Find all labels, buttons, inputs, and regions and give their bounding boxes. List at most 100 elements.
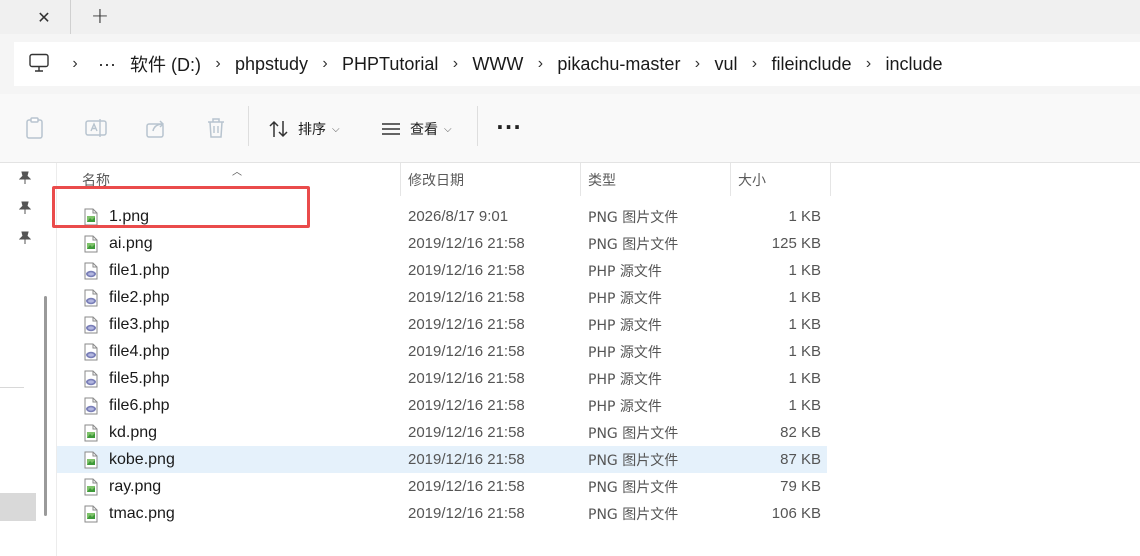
file-modified-date: 2019/12/16 21:58 bbox=[408, 289, 525, 306]
file-explorer-window: ✕ + › ··· 软件 (D:) › phpstudy › PHPTutorial › WWW… bbox=[0, 0, 1140, 556]
column-divider[interactable] bbox=[830, 163, 831, 196]
chevron-right-icon[interactable]: › bbox=[211, 55, 225, 73]
file-row[interactable]: file4.php 2019/12/16 21:58 PHP 源文件 1 KB bbox=[57, 338, 827, 365]
column-divider[interactable] bbox=[730, 163, 731, 196]
file-type: PNG 图片文件 bbox=[588, 209, 679, 226]
file-name: ai.png bbox=[109, 234, 153, 252]
chevron-right-icon[interactable]: › bbox=[747, 55, 761, 73]
file-type: PNG 图片文件 bbox=[588, 236, 679, 253]
new-tab-button[interactable]: + bbox=[86, 2, 114, 30]
file-size: 79 KB bbox=[780, 478, 821, 495]
breadcrumb-item[interactable]: vul bbox=[714, 54, 737, 75]
file-size: 1 KB bbox=[788, 262, 821, 279]
column-header-size[interactable]: 大小 bbox=[738, 163, 766, 196]
pin-icon[interactable] bbox=[16, 199, 34, 217]
file-row[interactable]: file3.php 2019/12/16 21:58 PHP 源文件 1 KB bbox=[57, 311, 827, 338]
file-size: 1 KB bbox=[788, 289, 821, 306]
paste-icon[interactable] bbox=[22, 116, 48, 140]
this-pc-icon[interactable] bbox=[28, 53, 50, 73]
file-row[interactable]: tmac.png 2019/12/16 21:58 PNG 图片文件 106 KB bbox=[57, 500, 827, 527]
chevron-right-icon[interactable]: › bbox=[690, 55, 704, 73]
highlight-annotation bbox=[52, 186, 310, 228]
file-modified-date: 2019/12/16 21:58 bbox=[408, 451, 525, 468]
file-size: 1 KB bbox=[788, 343, 821, 360]
file-type: PNG 图片文件 bbox=[588, 506, 679, 523]
nav-scrollbar[interactable] bbox=[44, 296, 47, 516]
chevron-right-icon[interactable]: › bbox=[448, 55, 462, 73]
file-type: PHP 源文件 bbox=[588, 263, 662, 280]
file-type: PHP 源文件 bbox=[588, 290, 662, 307]
toolbar-divider bbox=[248, 106, 249, 146]
png-file-icon bbox=[82, 500, 100, 527]
breadcrumb-item[interactable]: PHPTutorial bbox=[342, 54, 438, 75]
nav-selected-item[interactable] bbox=[0, 493, 36, 521]
navigation-pane bbox=[0, 163, 57, 556]
file-name: file4.php bbox=[109, 342, 170, 360]
chevron-right-icon[interactable]: › bbox=[862, 55, 876, 73]
chevron-down-icon: ⌵ bbox=[332, 123, 340, 135]
breadcrumb-item[interactable]: fileinclude bbox=[771, 54, 851, 75]
breadcrumb: › ··· 软件 (D:) › phpstudy › PHPTutorial › WWW › pik… bbox=[68, 50, 943, 78]
php-file-icon bbox=[82, 365, 100, 392]
file-modified-date: 2026/8/17 9:01 bbox=[408, 208, 509, 225]
file-name: file5.php bbox=[109, 369, 170, 387]
breadcrumb-item[interactable]: 软件 (D:) bbox=[130, 51, 201, 77]
pin-icon[interactable] bbox=[16, 229, 34, 247]
png-file-icon bbox=[82, 230, 100, 257]
php-file-icon bbox=[82, 257, 100, 284]
breadcrumb-overflow[interactable]: ··· bbox=[98, 54, 116, 75]
close-tab-icon[interactable]: ✕ bbox=[31, 4, 57, 30]
file-rows: 1.png 2026/8/17 9:01 PNG 图片文件 1 KB ai.png 201… bbox=[57, 203, 1140, 527]
sort-icon bbox=[269, 120, 288, 138]
file-size: 125 KB bbox=[771, 235, 821, 252]
png-file-icon bbox=[82, 473, 100, 500]
breadcrumb-item[interactable]: phpstudy bbox=[235, 54, 308, 75]
share-icon[interactable] bbox=[143, 116, 169, 140]
file-row[interactable]: file1.php 2019/12/16 21:58 PHP 源文件 1 KB bbox=[57, 257, 827, 284]
breadcrumb-item[interactable]: include bbox=[886, 54, 943, 75]
column-divider[interactable] bbox=[400, 163, 401, 196]
file-row[interactable]: ai.png 2019/12/16 21:58 PNG 图片文件 125 KB bbox=[57, 230, 827, 257]
php-file-icon bbox=[82, 392, 100, 419]
file-row[interactable]: ray.png 2019/12/16 21:58 PNG 图片文件 79 KB bbox=[57, 473, 827, 500]
file-size: 87 KB bbox=[780, 451, 821, 468]
pin-icon[interactable] bbox=[16, 169, 34, 187]
address-bar-row: › ··· 软件 (D:) › phpstudy › PHPTutorial › WWW › pik… bbox=[0, 34, 1140, 94]
toolbar-divider bbox=[477, 106, 478, 146]
more-options-button[interactable]: ··· bbox=[496, 114, 522, 140]
column-header-date[interactable]: 修改日期 bbox=[408, 163, 464, 196]
file-name: ray.png bbox=[109, 477, 162, 495]
file-size: 1 KB bbox=[788, 397, 821, 414]
file-name: file1.php bbox=[109, 261, 170, 279]
file-row[interactable]: file6.php 2019/12/16 21:58 PHP 源文件 1 KB bbox=[57, 392, 827, 419]
file-row[interactable]: file5.php 2019/12/16 21:58 PHP 源文件 1 KB bbox=[57, 365, 827, 392]
file-name: file2.php bbox=[109, 288, 170, 306]
delete-icon[interactable] bbox=[203, 116, 229, 140]
file-modified-date: 2019/12/16 21:58 bbox=[408, 343, 525, 360]
sort-button[interactable]: 排序 ⌵ bbox=[268, 115, 340, 143]
file-row[interactable]: kd.png 2019/12/16 21:58 PNG 图片文件 82 KB bbox=[57, 419, 827, 446]
column-header-type[interactable]: 类型 bbox=[588, 163, 616, 196]
command-bar: 排序 ⌵ 查看 ⌵ ··· bbox=[0, 94, 1140, 163]
file-row[interactable]: file2.php 2019/12/16 21:58 PHP 源文件 1 KB bbox=[57, 284, 827, 311]
file-name: kd.png bbox=[109, 423, 158, 441]
breadcrumb-item[interactable]: pikachu-master bbox=[557, 54, 680, 75]
file-type: PHP 源文件 bbox=[588, 371, 662, 388]
file-type: PHP 源文件 bbox=[588, 398, 662, 415]
file-type: PNG 图片文件 bbox=[588, 479, 679, 496]
file-modified-date: 2019/12/16 21:58 bbox=[408, 505, 525, 522]
chevron-right-icon[interactable]: › bbox=[68, 55, 82, 73]
file-row[interactable]: kobe.png 2019/12/16 21:58 PNG 图片文件 87 KB bbox=[57, 446, 827, 473]
breadcrumb-item[interactable]: WWW bbox=[472, 54, 523, 75]
file-size: 1 KB bbox=[788, 316, 821, 333]
chevron-right-icon[interactable]: › bbox=[533, 55, 547, 73]
file-modified-date: 2019/12/16 21:58 bbox=[408, 316, 525, 333]
file-modified-date: 2019/12/16 21:58 bbox=[408, 478, 525, 495]
column-divider[interactable] bbox=[580, 163, 581, 196]
rename-icon[interactable] bbox=[83, 116, 109, 140]
file-size: 1 KB bbox=[788, 208, 821, 225]
file-type: PNG 图片文件 bbox=[588, 425, 679, 442]
chevron-right-icon[interactable]: › bbox=[318, 55, 332, 73]
view-button[interactable]: 查看 ⌵ bbox=[380, 115, 452, 143]
file-name: file3.php bbox=[109, 315, 170, 333]
